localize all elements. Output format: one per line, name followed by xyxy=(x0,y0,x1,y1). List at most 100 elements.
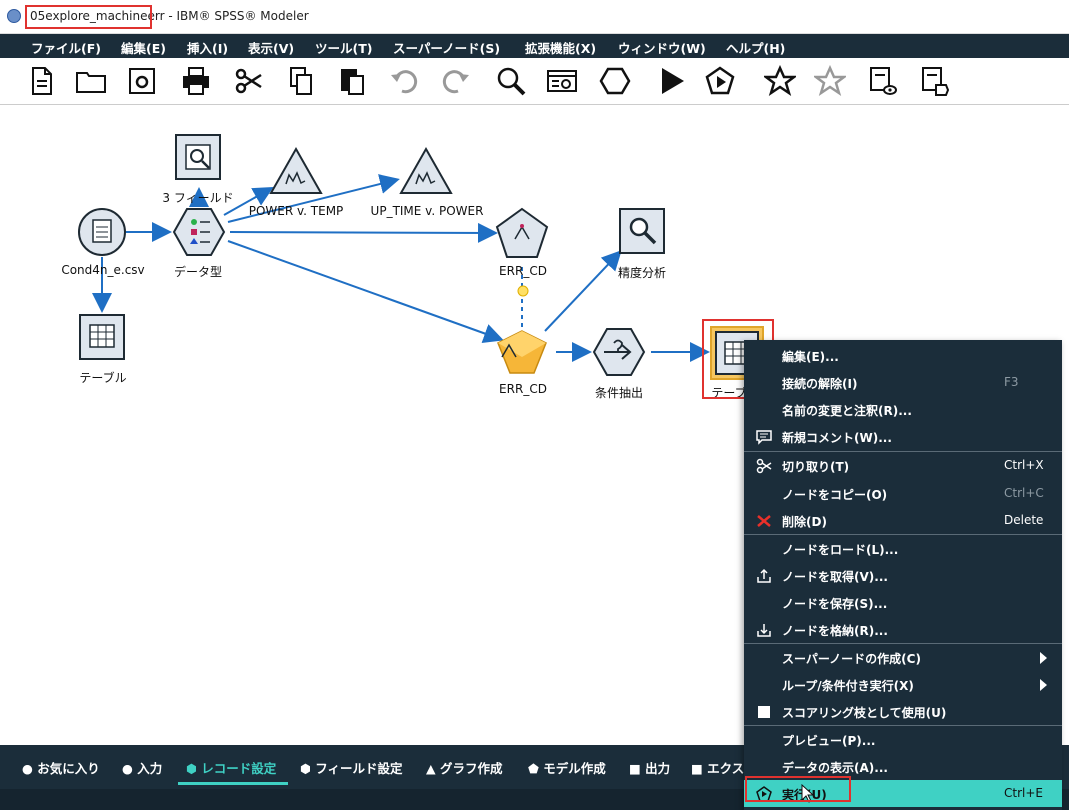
ctx-scoring-branch-label: スコアリング枝として使用(U) xyxy=(782,706,947,720)
node-plot2[interactable] xyxy=(399,146,453,194)
print-icon[interactable] xyxy=(180,65,212,97)
ctx-delete[interactable]: 削除(D) Delete xyxy=(744,507,1062,534)
ctx-create-supernode-label: スーパーノードの作成(C) xyxy=(782,652,921,666)
menu-window[interactable]: ウィンドウ(W) xyxy=(618,38,706,57)
zoom-icon[interactable] xyxy=(495,65,527,97)
node-type[interactable] xyxy=(172,208,226,256)
ctx-disconnect[interactable]: 接続の解除(I) F3 xyxy=(744,369,1062,396)
supernode-icon[interactable] xyxy=(599,65,631,97)
palette-tab-output[interactable]: ■ 出力 xyxy=(629,758,670,777)
node-chaid-nugget[interactable] xyxy=(497,330,547,374)
cut-icon[interactable] xyxy=(233,65,265,97)
ctx-create-supernode[interactable]: スーパーノードの作成(C) xyxy=(744,644,1062,671)
save-icon[interactable] xyxy=(126,65,158,97)
annotate-icon[interactable] xyxy=(918,65,950,97)
palette-tab-graphs[interactable]: ▲ グラフ作成 xyxy=(426,758,502,777)
active-tab-indicator xyxy=(178,782,288,785)
node-filter3[interactable] xyxy=(175,134,221,180)
ctx-cut[interactable]: 切り取り(T) Ctrl+X xyxy=(744,452,1062,479)
delete-x-icon xyxy=(757,515,771,527)
toolbar xyxy=(0,58,1069,105)
paste-icon[interactable] xyxy=(336,65,368,97)
palette-tab-modeling-label: モデル作成 xyxy=(543,761,606,776)
node-source[interactable] xyxy=(78,208,126,256)
node-select[interactable] xyxy=(592,328,646,376)
preview-icon[interactable] xyxy=(866,65,898,97)
menu-view[interactable]: 表示(V) xyxy=(248,38,294,57)
ctx-copy-node-label: ノードをコピー(O) xyxy=(782,488,888,502)
ctx-run[interactable]: 実行(U)Ctrl+E xyxy=(744,780,1062,807)
menu-file[interactable]: ファイル(F) xyxy=(31,38,101,57)
edge-nugget-analysis xyxy=(544,250,622,332)
menu-supernode[interactable]: スーパーノード(S) xyxy=(393,38,500,57)
ctx-save-node-label: ノードを保存(S)... xyxy=(782,597,888,611)
ctx-edit[interactable]: 編集(E)... xyxy=(744,342,1062,369)
app-icon xyxy=(7,9,21,23)
palette-tab-output-label: 出力 xyxy=(645,761,671,776)
node-label-source: Cond4n_e.csv xyxy=(61,263,145,277)
model-refresh-icon xyxy=(517,285,529,297)
comment-icon xyxy=(756,430,772,445)
ctx-preview-label: プレビュー(P)... xyxy=(782,734,876,748)
menu-bar: ファイル(F) 編集(E) 挿入(I) 表示(V) ツール(T) スーパーノード… xyxy=(0,34,1069,58)
node-plot1[interactable] xyxy=(269,146,323,194)
stream-properties-icon[interactable] xyxy=(546,65,578,97)
node-label-analysis: 精度分析 xyxy=(617,266,667,280)
palette-tab-export[interactable]: ■ エクス xyxy=(691,758,744,777)
menu-extensions[interactable]: 拡張機能(X) xyxy=(525,38,596,57)
favorites-star-icon[interactable] xyxy=(764,65,796,97)
redo-icon[interactable] xyxy=(440,65,472,97)
node-label-type: データ型 xyxy=(173,265,223,279)
palette-tab-modeling[interactable]: ⬟ モデル作成 xyxy=(528,758,606,777)
run-pentagon-icon xyxy=(756,786,772,802)
new-stream-icon[interactable] xyxy=(25,65,57,97)
menu-tools[interactable]: ツール(T) xyxy=(315,38,372,57)
menu-help[interactable]: ヘルプ(H) xyxy=(726,38,785,57)
mouse-cursor-icon xyxy=(801,784,814,803)
ctx-load-node[interactable]: ノードをロード(L)... xyxy=(744,535,1062,562)
node-label-chaid-model: ERR_CD xyxy=(499,264,547,278)
node-table1[interactable] xyxy=(79,314,125,360)
palette-tab-favorites[interactable]: ● お気に入り xyxy=(22,758,100,777)
palette-tab-field-ops[interactable]: ⬢ フィールド設定 xyxy=(300,758,403,777)
open-folder-icon[interactable] xyxy=(75,65,107,97)
node-label-select: 条件抽出 xyxy=(594,386,644,400)
node-label-table2: テーブ xyxy=(711,386,747,400)
ctx-scoring-branch[interactable]: スコアリング枝として使用(U) xyxy=(744,698,1062,725)
node-chaid-model[interactable] xyxy=(495,207,549,258)
ctx-copy-node[interactable]: ノードをコピー(O) Ctrl+C xyxy=(744,480,1062,507)
run-icon[interactable] xyxy=(656,65,688,97)
ctx-loop-conditional[interactable]: ループ/条件付き実行(X) xyxy=(744,671,1062,698)
palette-tab-field-ops-label: フィールド設定 xyxy=(315,761,403,776)
ctx-delete-shortcut: Delete xyxy=(1004,513,1044,527)
menu-insert[interactable]: 挿入(I) xyxy=(187,38,228,57)
palette-tab-sources[interactable]: ● 入力 xyxy=(122,758,162,777)
checkbox-icon xyxy=(758,706,770,718)
ctx-new-comment[interactable]: 新規コメント(W)... xyxy=(744,423,1062,450)
ctx-store-node[interactable]: ノードを格納(R)... xyxy=(744,616,1062,643)
ctx-save-node[interactable]: ノードを保存(S)... xyxy=(744,589,1062,616)
ctx-copy-node-shortcut: Ctrl+C xyxy=(1004,486,1044,500)
ctx-cut-label: 切り取り(T) xyxy=(782,460,850,474)
run-selection-icon[interactable] xyxy=(704,65,736,97)
ctx-cut-shortcut: Ctrl+X xyxy=(1004,458,1044,472)
ctx-rename[interactable]: 名前の変更と注釈(R)... xyxy=(744,396,1062,423)
window-title-app: - IBM® SPSS® Modeler xyxy=(164,9,309,23)
node-label-filter3: 3 フィールド xyxy=(162,191,234,205)
submenu-arrow-icon xyxy=(1040,679,1047,691)
star-outline-icon[interactable] xyxy=(814,65,846,97)
cut-icon xyxy=(756,458,772,474)
node-analysis[interactable] xyxy=(619,208,665,254)
ctx-retrieve-node[interactable]: ノードを取得(V)... xyxy=(744,562,1062,589)
palette-tab-record-ops[interactable]: ⬢ レコード設定 xyxy=(186,758,276,777)
ctx-preview[interactable]: プレビュー(P)... xyxy=(744,726,1062,753)
node-label-table1: テーブル xyxy=(79,371,127,385)
menu-edit[interactable]: 編集(E) xyxy=(121,38,166,57)
undo-icon[interactable] xyxy=(388,65,420,97)
ctx-view-data[interactable]: データの表示(A)... xyxy=(744,753,1062,780)
palette-tab-record-ops-label: レコード設定 xyxy=(201,761,277,776)
ctx-delete-label: 削除(D) xyxy=(782,515,827,529)
palette-tab-sources-label: 入力 xyxy=(137,761,163,776)
submenu-arrow-icon xyxy=(1040,652,1047,664)
copy-icon[interactable] xyxy=(285,65,317,97)
